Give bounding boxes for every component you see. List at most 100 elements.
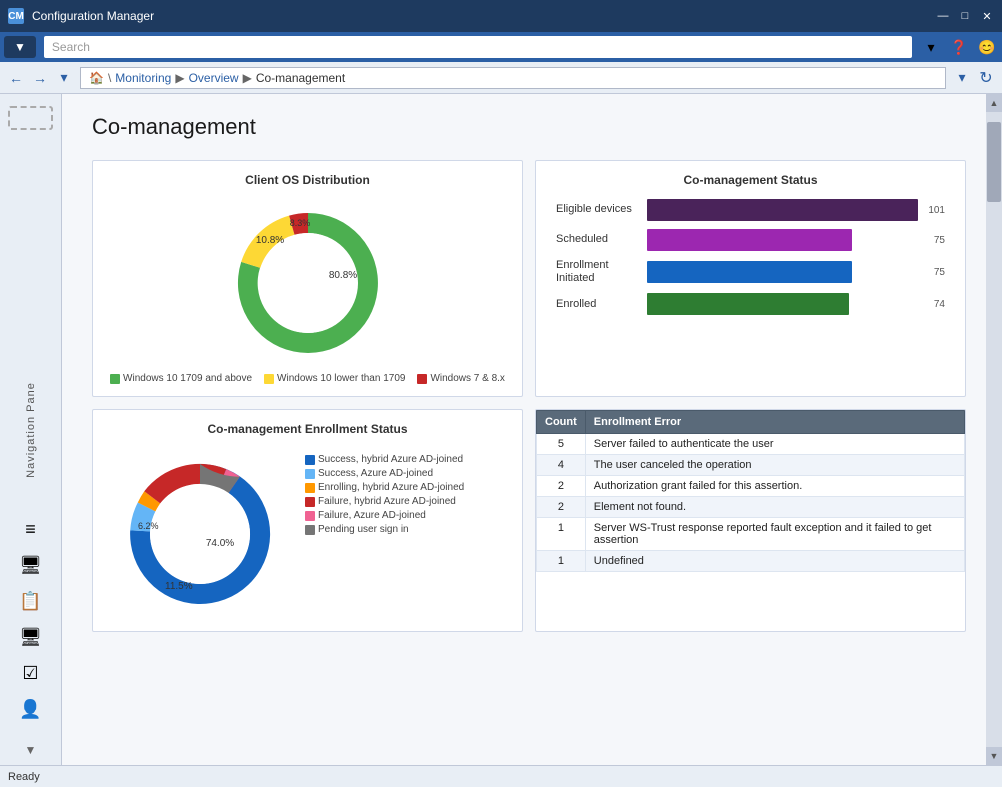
scroll-down-button[interactable]: ▼ (986, 747, 1002, 765)
sidebar-icon-reports[interactable]: 📋 (13, 585, 49, 617)
enrollment-donut-svg: 74.0% 6.2% 11.5% (105, 444, 295, 619)
comanagement-bar-chart: Eligible devices 101 Scheduled 75 (548, 195, 953, 327)
menu-arrow-icon: ▼ (14, 40, 26, 54)
legend-win7-label: Windows 7 & 8.x (430, 373, 504, 384)
sidebar-icon-user[interactable]: 👤 (13, 693, 49, 725)
bar-enrolled: Enrolled 74 (556, 293, 945, 315)
bar-eligible: Eligible devices 101 (556, 199, 945, 221)
bar-eligible-value: 101 (928, 205, 945, 216)
nav-path: 🏠 \ Monitoring ▶ Overview ▶ Co-managemen… (80, 67, 946, 89)
scroll-thumb[interactable] (987, 122, 1001, 202)
svg-text:6.2%: 6.2% (138, 521, 159, 531)
nav-overview[interactable]: Overview (189, 71, 239, 85)
sidebar-icons: ≡ 🖥 📋 🖥 ☑ 👤 (13, 513, 49, 725)
comanagement-status-title: Co-management Status (548, 173, 953, 187)
page-title: Co-management (92, 114, 966, 140)
status-bar: Ready (0, 765, 1002, 787)
search-bar[interactable]: Search (44, 36, 912, 58)
error-msg-1: Server failed to authenticate the user (585, 434, 964, 455)
client-os-legend: Windows 10 1709 and above Windows 10 low… (110, 373, 505, 384)
client-os-donut-svg: 80.8% 10.8% 8.3% (208, 195, 408, 365)
right-scrollbar[interactable]: ▲ ▼ (986, 94, 1002, 765)
client-os-chart-title: Client OS Distribution (105, 173, 510, 187)
window-controls: — □ ✕ (936, 9, 994, 23)
dropdown-arrow-icon[interactable]: ▾ (920, 36, 942, 58)
sidebar-icon-computer[interactable]: 🖥 (13, 549, 49, 581)
charts-grid: Client OS Distribution (92, 160, 966, 632)
error-count-2: 4 (537, 455, 586, 476)
legend-win10-below: Windows 10 lower than 1709 (264, 373, 405, 384)
enrollment-legend: Success, hybrid Azure AD-joined Success,… (305, 454, 464, 535)
error-msg-5: Server WS-Trust response reported fault … (585, 518, 964, 551)
legend-pending-label: Pending user sign in (318, 524, 409, 535)
client-os-chart-card: Client OS Distribution (92, 160, 523, 397)
maximize-button[interactable]: □ (958, 9, 972, 23)
sidebar-icon-menu[interactable]: ≡ (13, 513, 49, 545)
legend-failure-hybrid-label: Failure, hybrid Azure AD-joined (318, 496, 456, 507)
bar-scheduled-value: 75 (934, 235, 945, 246)
nav-monitoring[interactable]: Monitoring (115, 71, 171, 85)
close-button[interactable]: ✕ (980, 9, 994, 23)
bar-enrollment-track (647, 261, 924, 283)
legend-success-azure: Success, Azure AD-joined (305, 468, 464, 479)
scroll-up-button[interactable]: ▲ (986, 94, 1002, 112)
legend-success-hybrid-label: Success, hybrid Azure AD-joined (318, 454, 463, 465)
left-sidebar: Navigation Pane ≡ 🖥 📋 🖥 ☑ 👤 ▼ (0, 94, 62, 765)
nav-comanagement[interactable]: Co-management (256, 71, 345, 85)
back-button[interactable]: ← (4, 66, 28, 90)
user-icon[interactable]: 😊 (976, 36, 998, 58)
table-row: 1 Undefined (537, 551, 965, 572)
svg-text:74.0%: 74.0% (206, 538, 234, 549)
enrollment-bottom: 74.0% 6.2% 11.5% Success, hybrid Azure A… (105, 444, 510, 619)
main-layout: Navigation Pane ≡ 🖥 📋 🖥 ☑ 👤 ▼ Co-managem… (0, 94, 1002, 765)
error-msg-4: Element not found. (585, 497, 964, 518)
sidebar-icon-tasks[interactable]: ☑ (13, 657, 49, 689)
help-icon[interactable]: ❓ (948, 36, 970, 58)
legend-enrolling-hybrid-label: Enrolling, hybrid Azure AD-joined (318, 482, 464, 493)
refresh-button[interactable]: ↻ (974, 66, 998, 90)
status-text: Ready (8, 771, 40, 783)
sidebar-dashed-area (8, 106, 53, 130)
scroll-track[interactable] (986, 112, 1002, 747)
table-row: 5 Server failed to authenticate the user (537, 434, 965, 455)
legend-pending: Pending user sign in (305, 524, 464, 535)
error-count-4: 2 (537, 497, 586, 518)
nav-path-dropdown[interactable]: ▾ (950, 66, 974, 90)
error-count-3: 2 (537, 476, 586, 497)
legend-win10-below-label: Windows 10 lower than 1709 (277, 373, 405, 384)
sidebar-icon-monitor[interactable]: 🖥 (13, 621, 49, 653)
legend-win10-above-label: Windows 10 1709 and above (123, 373, 252, 384)
legend-failure-hybrid: Failure, hybrid Azure AD-joined (305, 496, 464, 507)
content-area: Co-management Client OS Distribution (62, 94, 986, 765)
table-row: 2 Element not found. (537, 497, 965, 518)
legend-failure-azure: Failure, Azure AD-joined (305, 510, 464, 521)
legend-success-hybrid: Success, hybrid Azure AD-joined (305, 454, 464, 465)
comanagement-status-card: Co-management Status Eligible devices 10… (535, 160, 966, 397)
table-row: 4 The user canceled the operation (537, 455, 965, 476)
table-row: 2 Authorization grant failed for this as… (537, 476, 965, 497)
forward-button[interactable]: → (28, 66, 52, 90)
error-msg-3: Authorization grant failed for this asse… (585, 476, 964, 497)
bar-enrolled-track (647, 293, 924, 315)
error-msg-2: The user canceled the operation (585, 455, 964, 476)
enrollment-errors-card: Count Enrollment Error 5 Server failed t… (535, 409, 966, 632)
navigation-pane-label: Navigation Pane (25, 382, 37, 478)
nav-expand-button[interactable]: ▾ (52, 66, 76, 90)
bar-scheduled-label: Scheduled (556, 233, 641, 246)
table-header-error: Enrollment Error (585, 411, 964, 434)
menu-dropdown[interactable]: ▼ (4, 36, 36, 58)
legend-win10-above: Windows 10 1709 and above (110, 373, 252, 384)
error-msg-6: Undefined (585, 551, 964, 572)
bar-enrollment-initiated: EnrollmentInitiated 75 (556, 259, 945, 285)
nav-icon: 🏠 (89, 71, 104, 85)
legend-win7: Windows 7 & 8.x (417, 373, 504, 384)
bar-scheduled: Scheduled 75 (556, 229, 945, 251)
search-placeholder: Search (52, 40, 90, 54)
error-count-5: 1 (537, 518, 586, 551)
sidebar-expand-button[interactable]: ▼ (25, 743, 37, 757)
minimize-button[interactable]: — (936, 9, 950, 23)
menu-bar: ▼ Search ▾ ❓ 😊 (0, 32, 1002, 62)
bar-enrolled-fill (647, 293, 849, 315)
enrollment-status-card: Co-management Enrollment Status (92, 409, 523, 632)
bar-eligible-fill (647, 199, 918, 221)
